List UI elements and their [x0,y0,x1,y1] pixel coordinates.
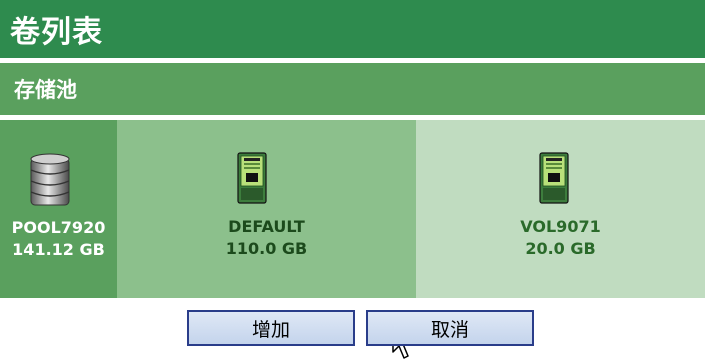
volume-label: DEFAULT 110.0 GB [117,216,416,260]
page-title: 卷列表 [10,15,103,50]
cancel-button[interactable]: 取消 [366,310,534,346]
add-button[interactable]: 增加 [187,310,355,346]
database-icon [30,153,70,206]
pool-label: POOL7920 141.12 GB [0,217,117,261]
section-title: 存储池 [14,78,77,102]
button-bar: 增加 取消 [0,300,705,354]
storage-pool-area: POOL7920 141.12 GB DEFAULT 110.0 GB VOL9… [0,120,705,359]
volume-tile[interactable]: VOL9071 20.0 GB [416,120,705,298]
server-icon [539,152,569,204]
volume-name: DEFAULT [228,217,305,236]
pool-name: POOL7920 [11,218,106,237]
volume-label: VOL9071 20.0 GB [416,216,705,260]
pool-size: 141.12 GB [12,240,105,259]
volume-size: 110.0 GB [225,239,308,258]
section-header: 存储池 [0,63,705,115]
volume-size: 20.0 GB [525,239,596,258]
title-bar: 卷列表 [0,0,705,58]
volume-name: VOL9071 [520,217,601,236]
pool-tile[interactable]: POOL7920 141.12 GB [0,120,117,298]
volume-tile[interactable]: DEFAULT 110.0 GB [117,120,416,298]
server-icon [237,152,267,204]
